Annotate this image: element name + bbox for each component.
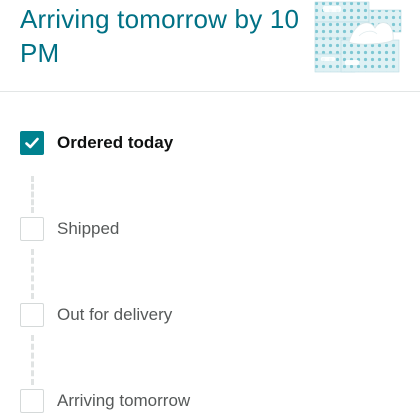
step-checkbox-empty (20, 303, 44, 327)
delivery-estimate-headline: Arriving tomorrow by 10 PM (20, 4, 300, 68)
step-checkbox-empty (20, 217, 44, 241)
step-shipped: Shipped (20, 215, 119, 243)
product-image[interactable] (313, 0, 403, 76)
step-arriving: Arriving tomorrow (20, 387, 190, 415)
progress-connector (31, 335, 34, 385)
order-tracking-page: Arriving tomorrow by 10 PM Ordered today… (0, 0, 420, 420)
step-label: Shipped (57, 219, 120, 238)
progress-connector (31, 249, 34, 299)
step-ordered: Ordered today (20, 129, 173, 157)
step-label: Ordered today (57, 133, 174, 152)
shipment-progress-tracker: Ordered today Shipped Out for delivery A… (0, 92, 420, 420)
step-checkbox-checked (20, 131, 44, 155)
step-checkbox-empty (20, 389, 44, 413)
step-label: Arriving tomorrow (57, 391, 191, 410)
step-label: Out for delivery (57, 305, 173, 324)
delivery-header: Arriving tomorrow by 10 PM (0, 0, 420, 92)
progress-connector (31, 176, 34, 213)
step-out-for-delivery: Out for delivery (20, 301, 172, 329)
checkmark-icon (25, 137, 39, 149)
